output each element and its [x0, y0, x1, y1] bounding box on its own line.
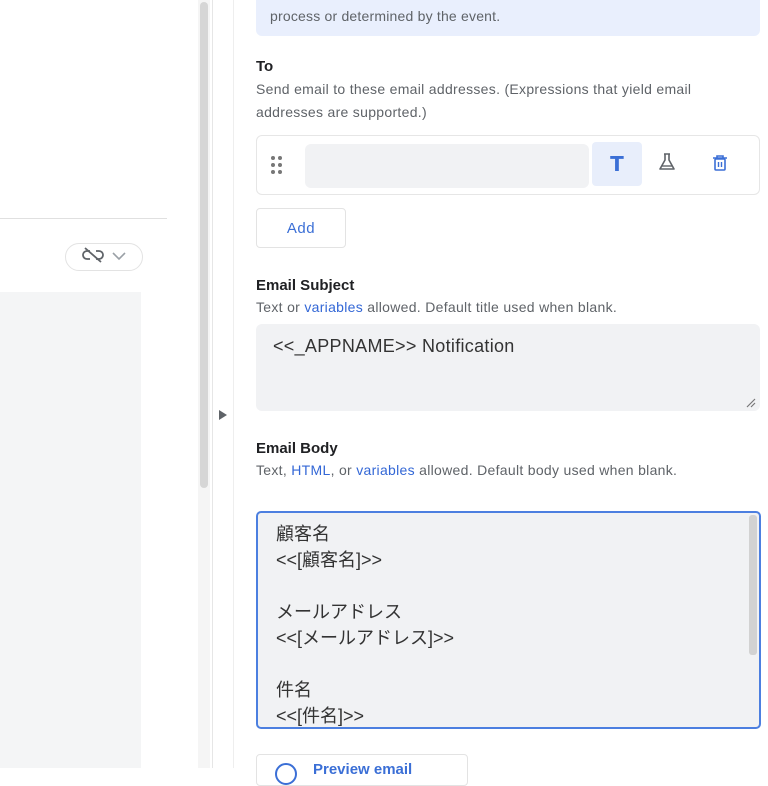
- left-top-card: [0, 0, 167, 219]
- body-line: <<[メールアドレス]>>: [276, 628, 455, 648]
- body-line: 顧客名: [276, 524, 330, 544]
- subject-desc-suffix: allowed. Default title used when blank.: [363, 299, 618, 315]
- body-desc-prefix: Text,: [256, 462, 292, 478]
- email-body-text: 顧客名 <<[顧客名]>> メールアドレス <<[メールアドレス]>> 件名 <…: [276, 521, 455, 727]
- preview-email-button[interactable]: Preview email: [256, 754, 468, 786]
- body-title: Email Body: [256, 440, 338, 457]
- left-content-area: [0, 292, 141, 768]
- body-line: <<[件名]>>: [276, 706, 365, 726]
- link-toggle-dropdown[interactable]: [65, 243, 143, 271]
- email-body-field[interactable]: 顧客名 <<[顧客名]>> メールアドレス <<[メールアドレス]>> 件名 <…: [256, 511, 761, 729]
- drag-handle-icon[interactable]: [271, 156, 285, 174]
- text-mode-icon: T: [610, 152, 624, 176]
- text-mode-button[interactable]: T: [592, 142, 642, 186]
- panel-divider: [212, 0, 213, 768]
- variables-link[interactable]: variables: [356, 462, 415, 478]
- left-scrollbar-thumb[interactable]: [200, 2, 208, 488]
- to-description: Send email to these email addresses. (Ex…: [256, 81, 692, 120]
- body-line: [276, 651, 454, 677]
- unlink-icon: [82, 246, 104, 268]
- preview-icon: [275, 763, 297, 785]
- delete-recipient-button[interactable]: [707, 152, 733, 178]
- body-line: メールアドレス: [276, 602, 402, 622]
- html-link[interactable]: HTML: [291, 462, 330, 478]
- body-desc-suffix: allowed. Default body used when blank.: [414, 462, 678, 478]
- preview-email-label: Preview email: [313, 761, 413, 778]
- body-desc-mid: , or: [330, 462, 357, 478]
- variables-link[interactable]: variables: [304, 299, 363, 315]
- email-subject-value: <<_APPNAME>> Notification: [273, 336, 515, 356]
- to-title: To: [256, 58, 274, 75]
- trash-icon: [711, 154, 729, 177]
- subject-description: Text or variables allowed. Default title…: [256, 296, 617, 319]
- subject-desc-prefix: Text or: [256, 299, 305, 315]
- to-email-input[interactable]: [305, 144, 589, 188]
- add-recipient-button[interactable]: Add: [256, 208, 346, 248]
- flask-icon: [657, 152, 677, 177]
- info-text: process or determined by the event.: [270, 8, 501, 24]
- body-scrollbar-thumb[interactable]: [749, 515, 757, 655]
- expression-mode-button[interactable]: [643, 142, 691, 186]
- body-description: Text, HTML, or variables allowed. Defaul…: [256, 459, 726, 482]
- body-line: 件名: [276, 680, 312, 700]
- email-subject-field[interactable]: <<_APPNAME>> Notification: [256, 324, 760, 411]
- collapse-arrow-icon[interactable]: [216, 407, 230, 423]
- body-line: <<[顧客名]>>: [276, 550, 383, 570]
- info-box: process or determined by the event.: [256, 0, 760, 36]
- left-panel: [0, 0, 212, 768]
- to-recipient-row: T: [256, 135, 760, 195]
- chevron-down-icon: [112, 248, 126, 266]
- subject-title: Email Subject: [256, 277, 355, 294]
- resize-grip-icon[interactable]: [744, 395, 756, 408]
- body-line: [276, 573, 454, 599]
